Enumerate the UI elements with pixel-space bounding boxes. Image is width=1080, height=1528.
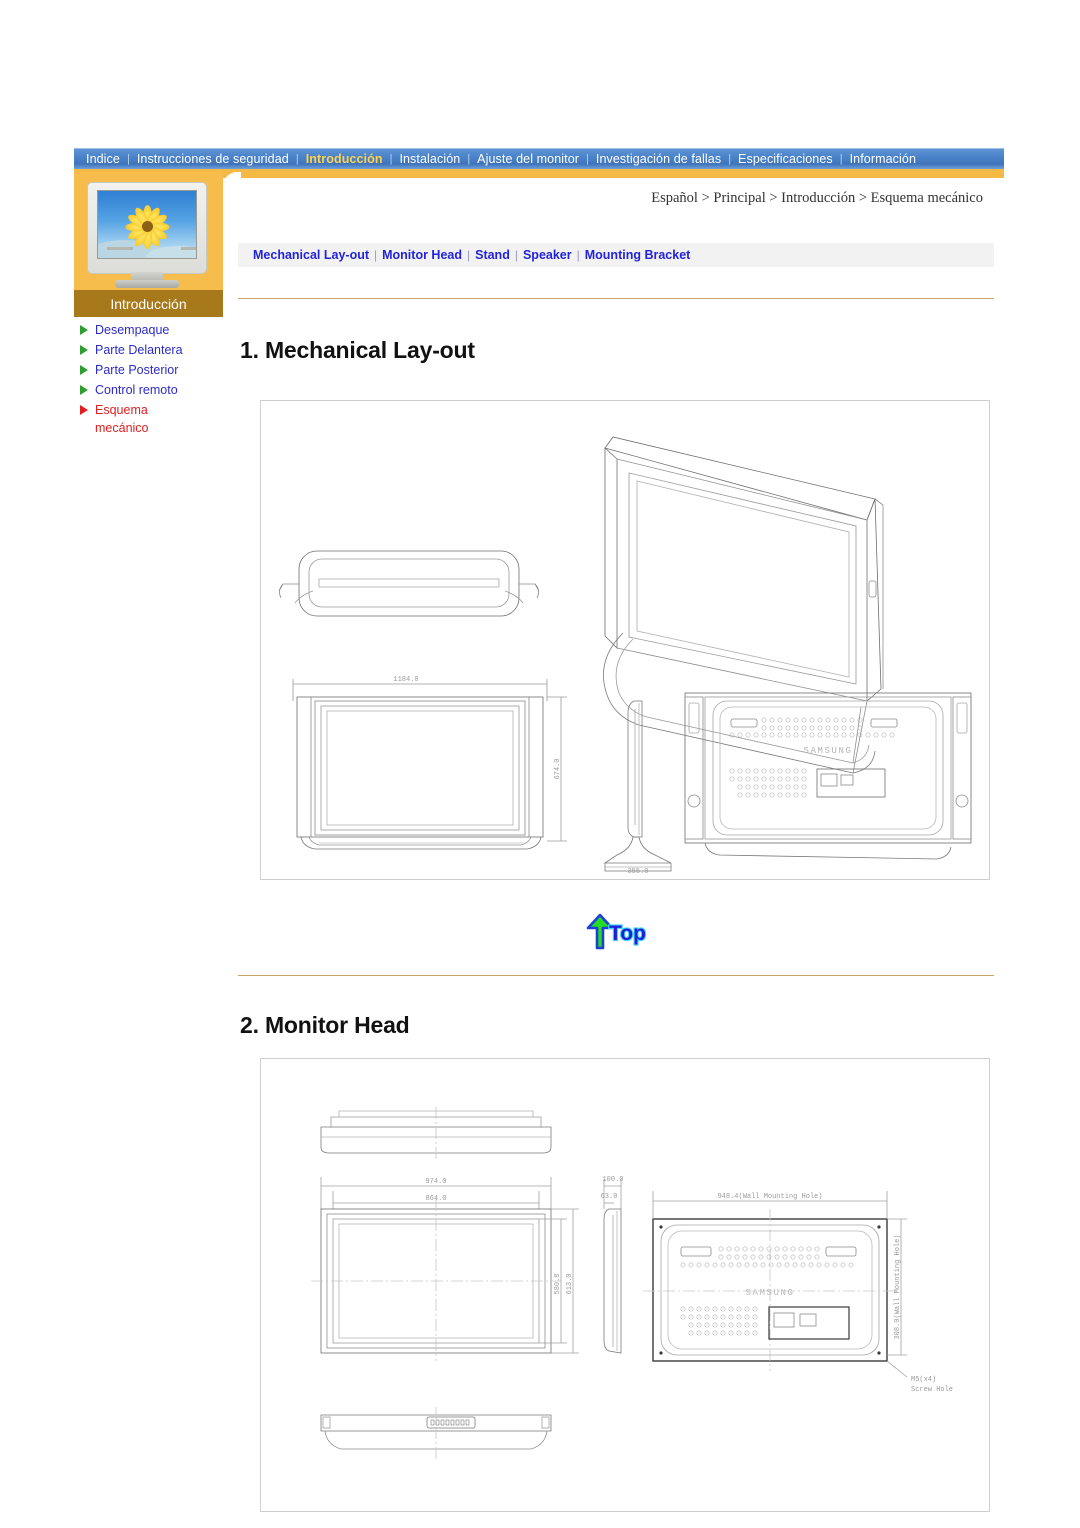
mechanical-layout-drawing: 1184.0 674.0 355.0 SAMSUNG (260, 400, 990, 880)
sidebar-menu: Desempaque Parte Delantera Parte Posteri… (74, 320, 234, 438)
section-heading-mechanical-layout: 1. Mechanical Lay-out (240, 337, 475, 363)
back-to-top-button[interactable]: Top (583, 912, 655, 950)
nav-item-investigacion-de-fallas[interactable]: Investigación de fallas (590, 152, 727, 166)
monitor-flower-icon (87, 182, 207, 288)
section-heading-monitor-head: 2. Monitor Head (240, 1012, 410, 1038)
triangle-bullet-icon (80, 405, 88, 415)
subnav-link-stand[interactable]: Stand (470, 248, 515, 262)
brand-text: SAMSUNG (745, 1288, 794, 1298)
triangle-bullet-icon (80, 365, 88, 375)
dim-label-wall-mount-width: 948.4(Wall Mounting Hole) (717, 1193, 822, 1201)
mechanical-layout-svg: 1184.0 674.0 355.0 SAMSUNG (278, 436, 972, 876)
sidebar-item-label: Control remoto (95, 383, 178, 397)
subnav-link-mounting-bracket[interactable]: Mounting Bracket (580, 248, 696, 262)
note-label-m5: M5(x4) (911, 1376, 936, 1384)
sidebar-item-label: Esquema mecánico (95, 403, 149, 435)
monitor-head-svg: 974.0 864.0 613.0 580.8 100.0 63.0 948.4… (311, 1107, 953, 1459)
dim-label-wall-mount-height: 308.0(Wall Mounting Hole) (894, 1234, 902, 1339)
top-navigation-bar: Indice | Instrucciones de seguridad | In… (74, 148, 1004, 169)
triangle-bullet-icon (80, 345, 88, 355)
breadcrumb: Español > Principal > Introducción > Esq… (651, 190, 983, 206)
divider-top (238, 298, 994, 299)
note-label-screw-hole: Screw Hole (911, 1386, 953, 1394)
sidebar-item-label: Desempaque (95, 323, 170, 337)
page-root: Indice | Instrucciones de seguridad | In… (0, 0, 1080, 1528)
nav-item-especificaciones[interactable]: Especificaciones (732, 152, 839, 166)
dim-label-width-864: 864.0 (425, 1195, 446, 1203)
nav-item-instrucciones-de-seguridad[interactable]: Instrucciones de seguridad (131, 152, 295, 166)
brand-text: SAMSUNG (803, 746, 852, 756)
triangle-bullet-icon (80, 385, 88, 395)
dim-label-height-613: 613.0 (566, 1273, 574, 1294)
dim-label-width-974: 974.0 (425, 1178, 446, 1186)
nav-item-instalacion[interactable]: Instalación (393, 152, 466, 166)
sidebar-item-parte-posterior[interactable]: Parte Posterior (74, 360, 234, 380)
nav-item-informacion[interactable]: Información (844, 152, 922, 166)
sidebar-caption: Introducción (74, 290, 223, 317)
sub-navigation: Mechanical Lay-out | Monitor Head | Stan… (238, 243, 994, 267)
dim-label-width-1184: 1184.0 (393, 676, 418, 684)
dim-label-height-580: 580.8 (554, 1273, 562, 1294)
sidebar-item-desempaque[interactable]: Desempaque (74, 320, 234, 340)
sidebar-item-parte-delantera[interactable]: Parte Delantera (74, 340, 234, 360)
monitor-head-drawing: 974.0 864.0 613.0 580.8 100.0 63.0 948.4… (260, 1058, 990, 1512)
subnav-link-mechanical-lay-out[interactable]: Mechanical Lay-out (248, 248, 374, 262)
nav-item-ajuste-del-monitor[interactable]: Ajuste del monitor (471, 152, 585, 166)
sidebar-item-esquema-mecanico[interactable]: Esquema mecánico (74, 400, 234, 438)
dim-label-depth-355: 355.0 (627, 868, 648, 876)
divider-bottom (238, 975, 994, 976)
dim-label-depth-63: 63.0 (601, 1193, 618, 1201)
sidebar-item-control-remoto[interactable]: Control remoto (74, 380, 234, 400)
nav-item-indice[interactable]: Indice (80, 152, 126, 166)
dim-label-depth-100: 100.0 (602, 1176, 623, 1184)
dim-label-height-674: 674.0 (554, 758, 562, 779)
top-button-label: Top (609, 922, 646, 945)
sidebar-item-label: Parte Posterior (95, 363, 179, 377)
sidebar-item-label: Parte Delantera (95, 343, 183, 357)
subnav-link-speaker[interactable]: Speaker (518, 248, 577, 262)
subnav-link-monitor-head[interactable]: Monitor Head (377, 248, 467, 262)
nav-item-introduccion[interactable]: Introducción (300, 152, 389, 166)
triangle-bullet-icon (80, 325, 88, 335)
